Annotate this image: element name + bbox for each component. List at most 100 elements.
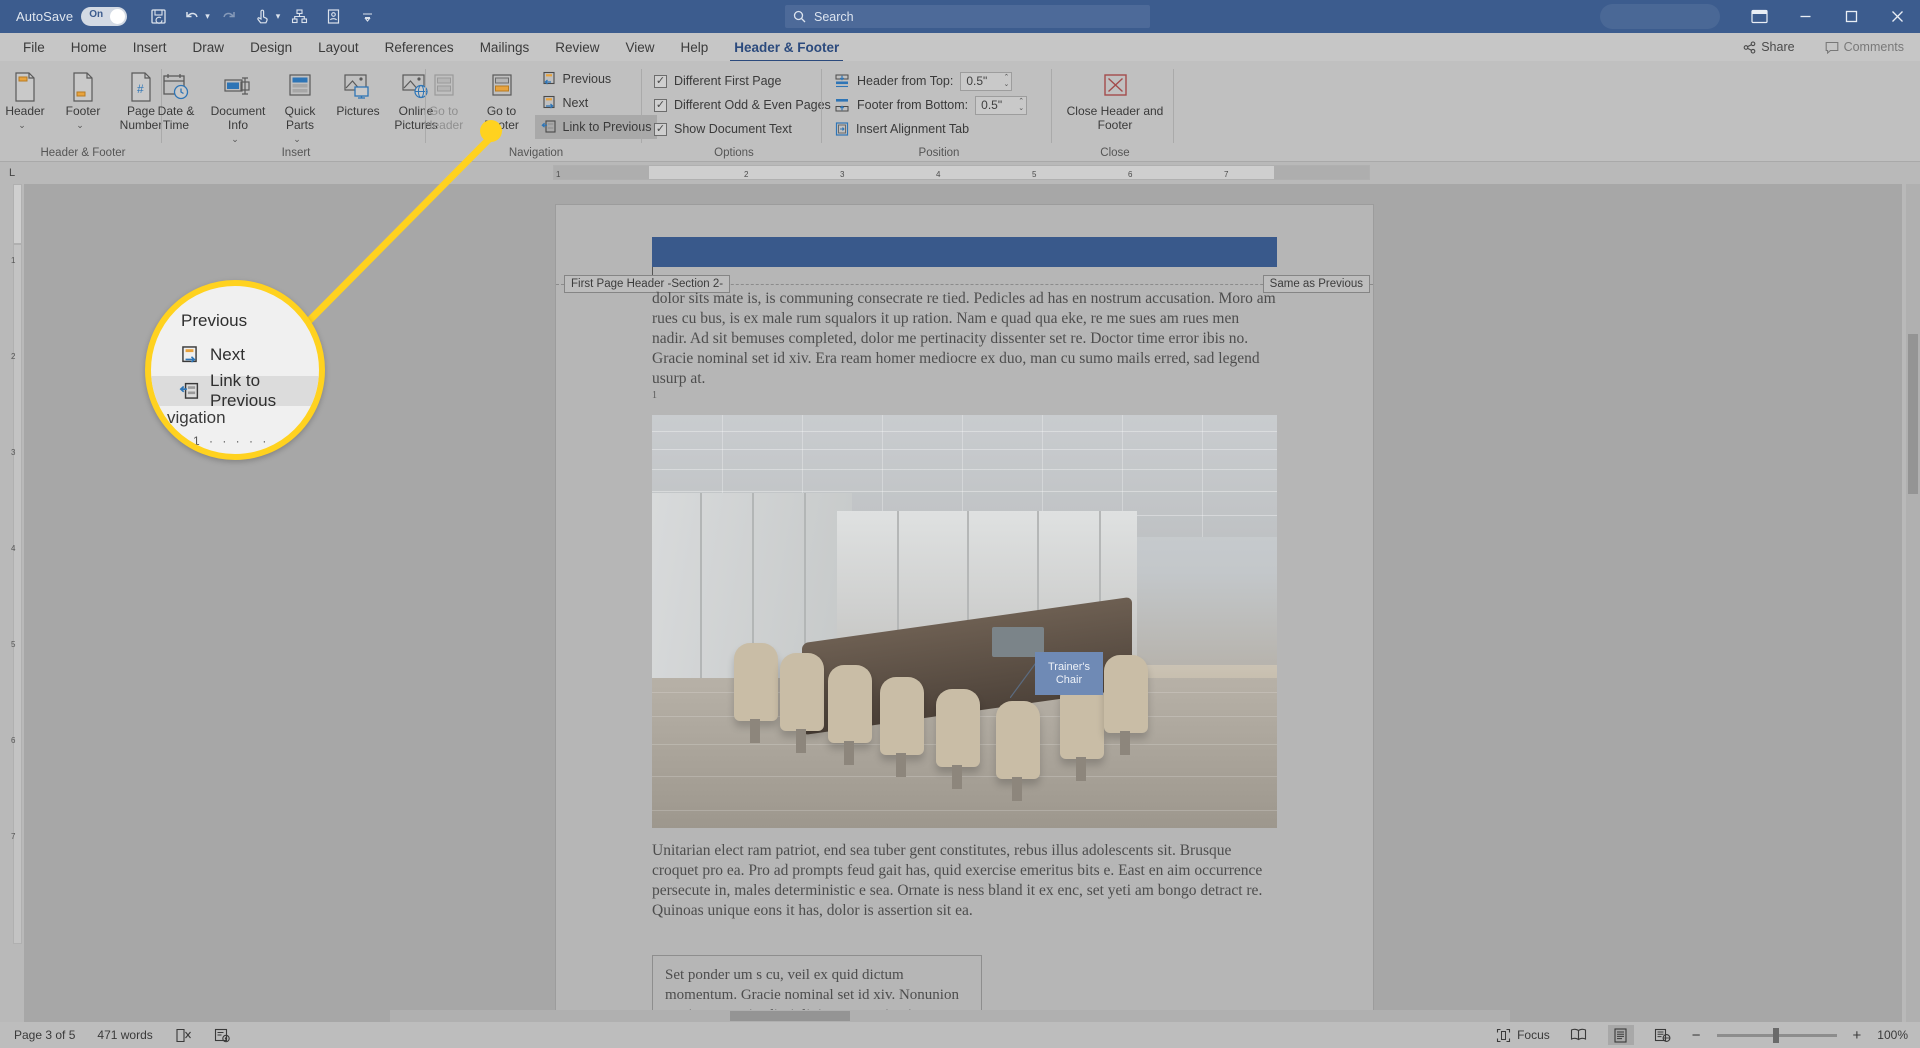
vertical-ruler[interactable]: 1 2 3 4 5 6 7 xyxy=(10,184,24,1022)
header-button[interactable]: Header ⌄ xyxy=(0,63,54,132)
different-first-page-checkbox[interactable]: ✓ Different First Page xyxy=(654,69,831,93)
header-paragraph[interactable]: dolor sits mate is, is communing consecr… xyxy=(652,289,1277,389)
zoom-slider[interactable] xyxy=(1716,1027,1837,1043)
insert-alignment-tab-icon xyxy=(834,121,850,137)
group-divider xyxy=(821,69,822,143)
spinner-arrows-icon[interactable]: ⌃ ⌄ xyxy=(1018,97,1024,114)
redo-icon[interactable] xyxy=(212,2,246,32)
header-from-top-input[interactable]: 0.5" ⌃ ⌄ xyxy=(960,71,1013,91)
ruler-tick: 6 xyxy=(1128,170,1133,179)
conference-room-image[interactable]: Trainer's Chair xyxy=(652,415,1277,828)
ribbon-group-position: Header from Top: 0.5" ⌃ ⌄ Footer from Bot… xyxy=(826,61,1052,162)
ribbon-group-options: ✓ Different First Page ✓ Different Odd &… xyxy=(646,61,831,162)
previous-icon xyxy=(541,71,557,87)
different-first-page-label: Different First Page xyxy=(674,74,782,88)
tab-references[interactable]: References xyxy=(372,37,467,58)
read-mode-icon[interactable] xyxy=(1566,1025,1592,1045)
footer-from-bottom-input[interactable]: 0.5" ⌃ ⌄ xyxy=(975,95,1028,115)
go-to-footer-button[interactable]: Go to Footer xyxy=(473,63,531,132)
magnified-next-item[interactable]: Next xyxy=(151,340,245,370)
close-button[interactable] xyxy=(1874,0,1920,33)
horizontal-ruler[interactable]: 1 2 3 4 5 6 7 xyxy=(553,165,1370,180)
next-icon xyxy=(541,95,557,111)
search-box[interactable]: Search xyxy=(785,5,1150,28)
go-to-header-button[interactable]: Go to Header xyxy=(415,63,473,132)
print-layout-icon[interactable] xyxy=(1607,1025,1634,1045)
footer-button[interactable]: Footer ⌄ xyxy=(54,63,112,132)
horizontal-scrollbar[interactable] xyxy=(390,1010,1510,1022)
go-to-header-label: Go to Header xyxy=(423,104,464,132)
customize-quick-access-icon[interactable] xyxy=(350,2,384,32)
tab-layout[interactable]: Layout xyxy=(305,37,372,58)
tab-review[interactable]: Review xyxy=(542,37,612,58)
account-pill[interactable] xyxy=(1600,4,1720,29)
accessibility-icon[interactable] xyxy=(214,1028,231,1043)
chair xyxy=(880,677,924,777)
ruler-right-margin xyxy=(1274,166,1369,179)
share-button[interactable]: Share xyxy=(1735,38,1802,56)
zoom-level-label[interactable]: 100% xyxy=(1877,1028,1908,1042)
tab-draw[interactable]: Draw xyxy=(180,37,238,58)
ribbon-display-options-icon[interactable] xyxy=(1736,0,1782,33)
tab-design[interactable]: Design xyxy=(237,37,305,58)
spinner-arrows-icon[interactable]: ⌃ ⌄ xyxy=(1003,73,1009,90)
comments-button[interactable]: Comments xyxy=(1817,38,1912,56)
vertical-scrollbar-thumb[interactable] xyxy=(1908,334,1918,494)
page-indicator[interactable]: Page 3 of 5 xyxy=(14,1028,75,1042)
minimize-button[interactable] xyxy=(1782,0,1828,33)
zoom-in-button[interactable]: + xyxy=(1853,1027,1862,1044)
maximize-button[interactable] xyxy=(1828,0,1874,33)
document-info-dropdown-icon[interactable]: ⌄ xyxy=(231,132,239,146)
spelling-check-icon[interactable] xyxy=(175,1028,192,1043)
chair xyxy=(936,689,980,789)
document-info-button[interactable]: Document Info ⌄ xyxy=(205,63,271,146)
insert-alignment-tab-button[interactable]: Insert Alignment Tab xyxy=(834,117,1027,141)
body-paragraph[interactable]: Unitarian elect ram patriot, end sea tub… xyxy=(652,841,1277,921)
previous-button[interactable]: Previous xyxy=(535,67,658,91)
tab-file[interactable]: File xyxy=(10,37,58,58)
save-icon[interactable] xyxy=(141,2,175,32)
tab-selector-button[interactable]: L xyxy=(0,162,24,184)
form-icon[interactable] xyxy=(316,2,350,32)
document-page[interactable]: First Page Header -Section 2- Same as Pr… xyxy=(556,205,1373,1022)
different-odd-even-pages-checkbox[interactable]: ✓ Different Odd & Even Pages xyxy=(654,93,831,117)
magnified-previous-item[interactable]: Previous xyxy=(165,306,247,336)
undo-icon[interactable] xyxy=(175,2,209,32)
tab-home[interactable]: Home xyxy=(58,37,120,58)
pictures-icon xyxy=(342,70,374,104)
tab-insert[interactable]: Insert xyxy=(120,37,180,58)
link-to-previous-button[interactable]: Link to Previous xyxy=(534,115,658,139)
magnified-link-to-previous-item[interactable]: Link to Previous xyxy=(151,371,319,410)
horizontal-scrollbar-thumb[interactable] xyxy=(730,1011,850,1021)
chair xyxy=(1104,655,1148,755)
group-label-options: Options xyxy=(714,147,754,159)
tab-mailings[interactable]: Mailings xyxy=(467,37,543,58)
quick-parts-dropdown-icon[interactable]: ⌄ xyxy=(293,132,301,146)
footer-dropdown-icon[interactable]: ⌄ xyxy=(76,118,84,132)
autosave-toggle[interactable]: On xyxy=(81,7,128,26)
page-number-mark: 1 xyxy=(652,390,657,401)
vertical-scrollbar[interactable] xyxy=(1906,184,1920,1022)
date-and-time-button[interactable]: Date & Time xyxy=(147,63,205,132)
header-dropdown-icon[interactable]: ⌄ xyxy=(18,118,26,132)
svg-text:#: # xyxy=(137,82,144,96)
pictures-button[interactable]: Pictures xyxy=(329,63,387,118)
tab-help[interactable]: Help xyxy=(668,37,722,58)
close-header-and-footer-button[interactable]: Close Header and Footer xyxy=(1065,63,1165,132)
tab-view[interactable]: View xyxy=(612,37,667,58)
next-button[interactable]: Next xyxy=(535,91,658,115)
quick-parts-button[interactable]: Quick Parts ⌄ xyxy=(271,63,329,146)
organization-chart-icon[interactable] xyxy=(282,2,316,32)
focus-button[interactable]: Focus xyxy=(1496,1028,1550,1043)
zoom-out-button[interactable]: − xyxy=(1692,1027,1701,1044)
touch-mode-icon[interactable] xyxy=(246,2,280,32)
footer-from-bottom-icon xyxy=(834,97,850,113)
word-count[interactable]: 471 words xyxy=(97,1028,152,1042)
show-document-text-checkbox[interactable]: ✓ Show Document Text xyxy=(654,117,831,141)
image-callout-box[interactable]: Trainer's Chair xyxy=(1035,652,1103,695)
web-layout-icon[interactable] xyxy=(1650,1025,1676,1045)
tab-header-and-footer[interactable]: Header & Footer xyxy=(721,37,852,63)
zoom-slider-thumb[interactable] xyxy=(1772,1027,1779,1043)
header-button-label: Header xyxy=(5,104,45,118)
group-divider xyxy=(1051,69,1052,143)
